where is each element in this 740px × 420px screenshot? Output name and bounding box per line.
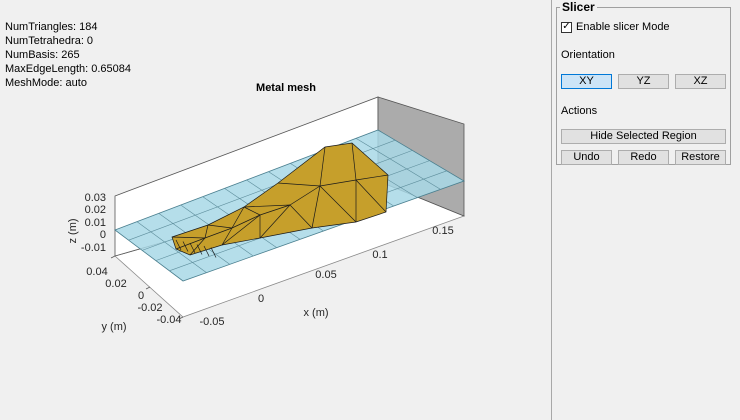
z-tick-label: -0.01 <box>81 242 106 254</box>
y-tick-label: 0 <box>138 290 144 302</box>
y-tick-label: -0.02 <box>137 302 162 314</box>
y-tick-label: 0.02 <box>105 278 126 290</box>
mesh-plot-axes[interactable]: Metal mesh x (m) y (m) z (m) -0.05 0 0.05 0… <box>0 0 551 420</box>
slicer-panel: Slicer ✓ Enable slicer Mode Orientation … <box>556 0 731 165</box>
enable-slicer-checkbox[interactable]: ✓ <box>561 21 572 33</box>
orientation-xy-button[interactable]: XY <box>561 74 612 89</box>
y-tick-label: -0.04 <box>156 314 181 326</box>
enable-slicer-label: Enable slicer Mode <box>576 21 670 33</box>
figure-area: NumTriangles: 184 NumTetrahedra: 0 NumBa… <box>0 0 551 420</box>
redo-button[interactable]: Redo <box>618 150 669 165</box>
hide-selected-region-button[interactable]: Hide Selected Region <box>561 129 726 144</box>
undo-button[interactable]: Undo <box>561 150 612 165</box>
z-tick-label: 0 <box>100 229 106 241</box>
x-tick-label: 0 <box>258 293 264 305</box>
z-tick-label: 0.01 <box>85 217 106 229</box>
y-tick-mark <box>110 255 116 259</box>
y-axis-label: y (m) <box>101 321 126 333</box>
z-tick-label: 0.02 <box>85 204 106 216</box>
x-tick-label: -0.05 <box>199 316 224 328</box>
y-tick-mark <box>145 286 151 290</box>
plot-title: Metal mesh <box>256 82 316 94</box>
z-tick-label: 0.03 <box>85 192 106 204</box>
orientation-label: Orientation <box>561 49 615 61</box>
y-tick-label: 0.04 <box>86 266 107 278</box>
check-icon: ✓ <box>562 21 571 32</box>
x-axis-label: x (m) <box>303 307 328 319</box>
restore-button[interactable]: Restore <box>675 150 726 165</box>
orientation-xz-button[interactable]: XZ <box>675 74 726 89</box>
orientation-yz-button[interactable]: YZ <box>618 74 669 89</box>
x-tick-label: 0.05 <box>315 269 336 281</box>
x-tick-label: 0.15 <box>432 225 453 237</box>
slicer-panel-title: Slicer <box>560 0 597 14</box>
x-tick-label: 0.1 <box>372 249 387 261</box>
actions-label: Actions <box>561 105 598 117</box>
enable-slicer-row[interactable]: ✓ Enable slicer Mode <box>561 21 670 33</box>
z-axis-label: z (m) <box>67 218 79 243</box>
